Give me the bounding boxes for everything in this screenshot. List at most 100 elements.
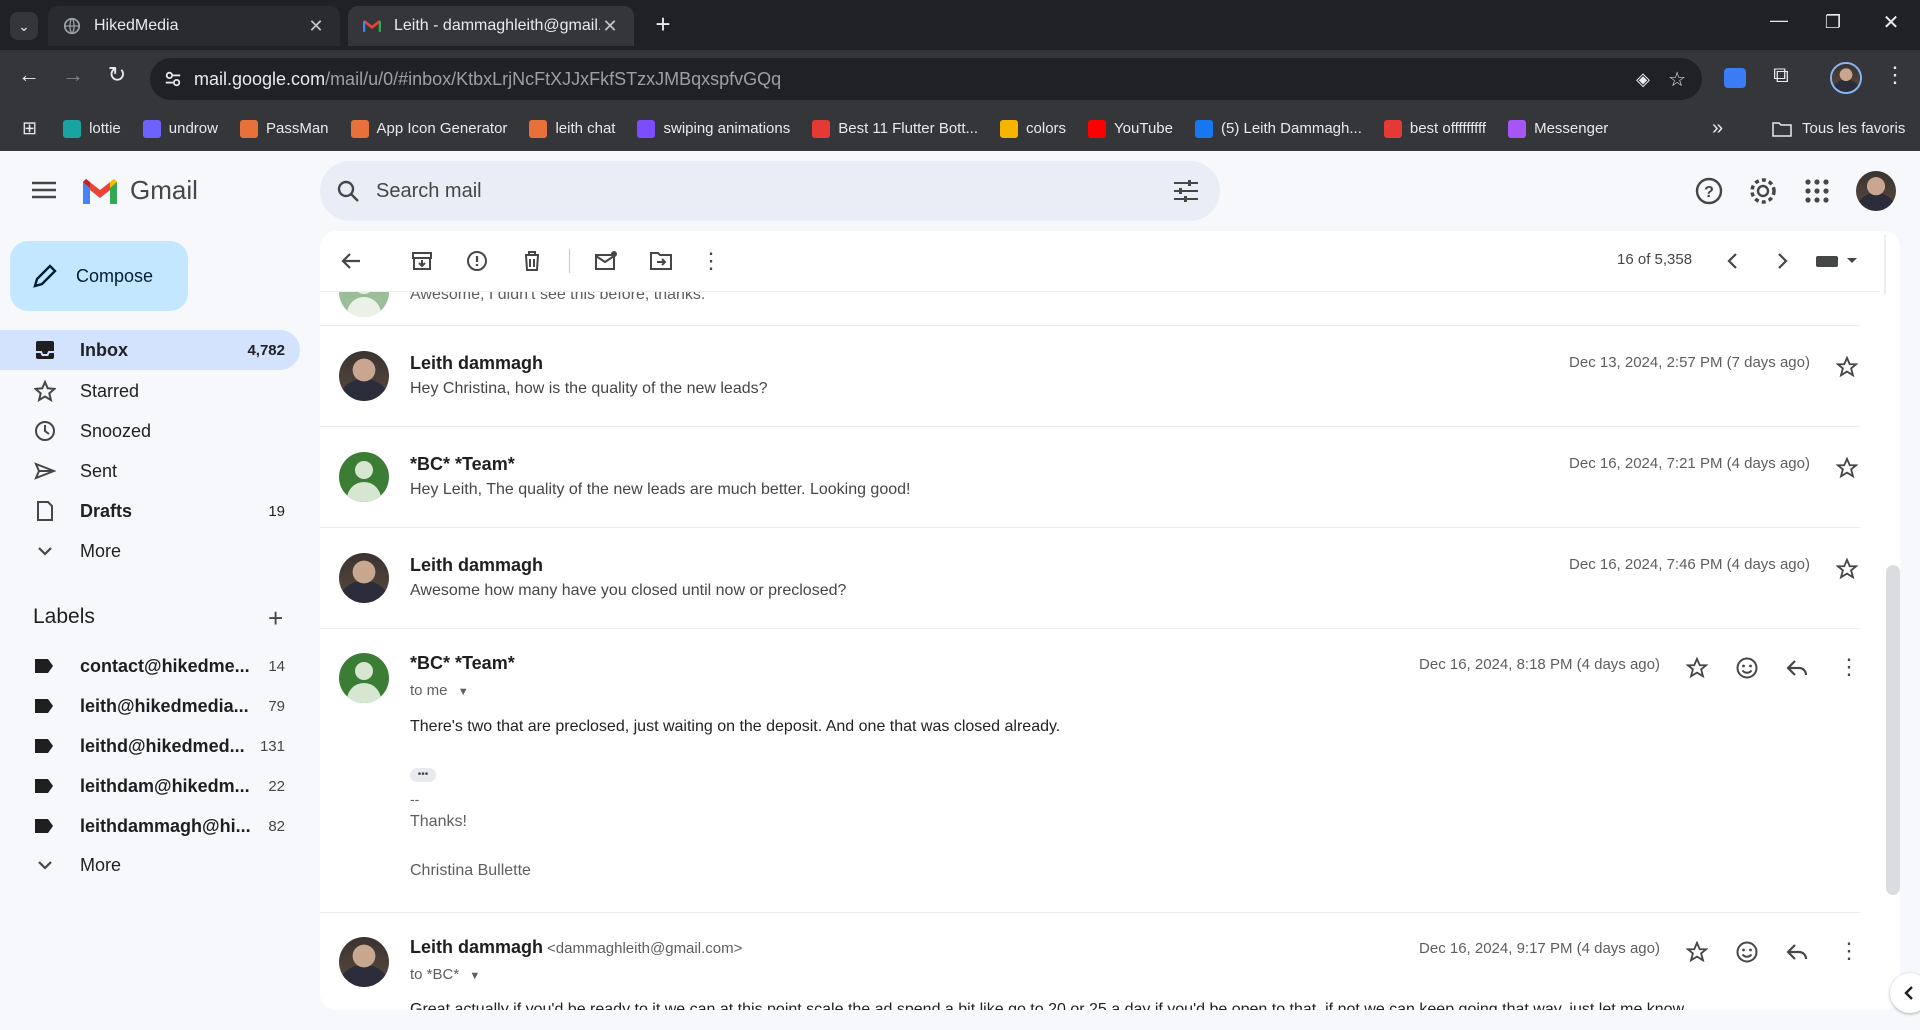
side-panel-toggle[interactable] (1890, 973, 1920, 1013)
back-arrow-icon[interactable]: ← (14, 62, 44, 92)
archive-icon[interactable] (409, 248, 435, 274)
collapsed-message[interactable]: Leith dammagh Awesome how many have you c… (320, 528, 1860, 629)
apps-grid-icon[interactable]: ⊞ (22, 118, 37, 139)
google-apps-icon[interactable] (1804, 178, 1830, 204)
main-menu-icon[interactable] (32, 180, 56, 200)
bookmark-item[interactable]: YouTube (1088, 119, 1173, 138)
label-item[interactable]: leith@hikedmedia... 79 (0, 686, 300, 726)
draft-icon (34, 500, 56, 522)
search-bar[interactable]: Search mail (320, 161, 1220, 221)
reply-icon[interactable] (1785, 656, 1809, 680)
back-to-inbox-icon[interactable] (338, 248, 364, 274)
bookmark-label: leith chat (555, 120, 616, 137)
label-item[interactable]: leithdam@hikedm... 22 (0, 766, 300, 806)
browser-tab-bar: ⌄ HikedMedia ✕ Leith - dammaghleith@gmai… (0, 0, 1920, 50)
star-icon[interactable] (1686, 657, 1708, 679)
bookmark-item[interactable]: PassMan (239, 119, 329, 138)
tab-title: HikedMedia (94, 17, 179, 34)
tab-close-icon[interactable]: ✕ (306, 16, 326, 37)
sidebar-item-inbox[interactable]: Inbox 4,782 (0, 330, 300, 370)
recipients-toggle[interactable]: to *BC* ▼ (410, 966, 480, 983)
svg-text:?: ? (1704, 184, 1714, 201)
bookmark-item[interactable]: colors (1000, 119, 1066, 138)
browser-menu-icon[interactable]: ⋮ (1880, 62, 1910, 92)
add-label-icon[interactable]: + (268, 605, 283, 631)
sidebar-item-more[interactable]: More (0, 531, 300, 571)
show-trimmed-content-button[interactable]: ••• (410, 768, 436, 782)
collapsed-message[interactable]: *BC* *Team* Hey Leith, The quality of the… (320, 427, 1860, 528)
reply-icon[interactable] (1785, 940, 1809, 964)
label-tag-icon (34, 738, 54, 754)
bookmark-label: best offfffffff (1409, 120, 1487, 137)
search-options-icon[interactable] (1174, 180, 1198, 202)
browser-tab-gmail[interactable]: Leith - dammaghleith@gmail.com ✕ (348, 6, 634, 46)
compose-button[interactable]: Compose (10, 241, 188, 311)
all-favorites-folder[interactable]: Tous les favoris (1772, 120, 1905, 137)
gmail-logo[interactable]: Gmail (80, 175, 198, 206)
address-bar[interactable]: mail.google.com/mail/u/0/#inbox/KtbxLrjN… (150, 58, 1702, 100)
scrollbar-thumb[interactable] (1886, 565, 1900, 895)
forward-arrow-icon[interactable]: → (58, 62, 88, 92)
input-tools-icon[interactable] (1812, 248, 1862, 274)
extension-chat-icon[interactable] (1724, 68, 1746, 88)
search-input[interactable]: Search mail (376, 180, 482, 203)
bookmark-item[interactable]: best offfffffff (1383, 119, 1487, 138)
emoji-reaction-icon[interactable] (1735, 656, 1759, 680)
reload-icon[interactable]: ↻ (102, 62, 132, 92)
bookmark-label: App Icon Generator (376, 120, 508, 137)
help-icon[interactable]: ? (1694, 176, 1724, 206)
extensions-puzzle-icon[interactable]: ⧉ (1766, 62, 1796, 92)
search-icon[interactable] (336, 179, 360, 203)
collapsed-message-partial[interactable]: Awesome, I didn't see this before, thank… (320, 292, 1860, 326)
bookmark-item[interactable]: undrow (142, 119, 218, 138)
sidebar-item-starred[interactable]: Starred (0, 371, 300, 411)
bookmarks-overflow-button[interactable]: » (1712, 117, 1723, 140)
all-favorites-label: Tous les favoris (1802, 120, 1906, 137)
delete-icon[interactable] (519, 248, 545, 274)
browser-tab-hikedmedia[interactable]: HikedMedia ✕ (48, 6, 340, 46)
collapsed-message[interactable]: Leith dammagh Hey Christina, how is the q… (320, 326, 1860, 427)
bookmark-item[interactable]: Best 11 Flutter Bott... (812, 119, 978, 138)
window-close-icon[interactable]: ✕ (1876, 10, 1906, 40)
newer-chevron-icon[interactable] (1720, 248, 1746, 274)
sidebar-item-sent[interactable]: Sent (0, 451, 300, 491)
emoji-reaction-icon[interactable] (1735, 940, 1759, 964)
bookmark-item[interactable]: lottie (63, 119, 121, 138)
label-item[interactable]: leithdammagh@hi... 82 (0, 806, 300, 846)
bookmark-item[interactable]: App Icon Generator (350, 119, 508, 138)
bookmark-item[interactable]: Messenger (1508, 119, 1608, 138)
message-more-icon[interactable]: ⋮ (1838, 938, 1860, 964)
label-count: 131 (259, 737, 285, 755)
label-item[interactable]: contact@hikedme... 14 (0, 646, 300, 686)
profile-avatar[interactable] (1830, 62, 1862, 94)
star-icon[interactable] (1686, 941, 1708, 963)
bookmark-item[interactable]: (5) Leith Dammagh... (1194, 119, 1362, 138)
extension-diamond-icon[interactable]: ◈ (1636, 69, 1650, 90)
tab-search-button[interactable]: ⌄ (10, 12, 38, 40)
label-item[interactable]: leithd@hikedmed... 131 (0, 726, 300, 766)
message-more-icon[interactable]: ⋮ (1838, 654, 1860, 680)
gmail-m-icon (83, 178, 117, 204)
move-to-icon[interactable] (648, 248, 674, 274)
sidebar-item-drafts[interactable]: Drafts 19 (0, 491, 300, 531)
account-avatar[interactable] (1856, 171, 1896, 211)
older-chevron-icon[interactable] (1769, 248, 1795, 274)
bookmark-star-icon[interactable]: ☆ (1668, 67, 1686, 92)
star-icon[interactable] (1836, 457, 1858, 479)
recipients-toggle[interactable]: to me ▼ (410, 682, 469, 699)
more-options-icon[interactable]: ⋮ (698, 248, 724, 274)
settings-gear-icon[interactable] (1748, 176, 1778, 206)
tab-close-icon[interactable]: ✕ (600, 16, 620, 37)
bookmark-item[interactable]: swiping animations (637, 119, 790, 138)
restore-icon[interactable]: ❐ (1818, 12, 1848, 42)
new-tab-button[interactable]: + (648, 10, 678, 40)
site-settings-icon[interactable] (164, 70, 182, 88)
minimize-icon[interactable]: — (1764, 10, 1794, 40)
star-icon[interactable] (1836, 558, 1858, 580)
report-spam-icon[interactable] (464, 248, 490, 274)
labels-more[interactable]: More (0, 845, 300, 885)
bookmark-item[interactable]: leith chat (529, 119, 616, 138)
star-icon[interactable] (1836, 356, 1858, 378)
sidebar-item-snoozed[interactable]: Snoozed (0, 411, 300, 451)
mark-unread-icon[interactable] (593, 248, 619, 274)
